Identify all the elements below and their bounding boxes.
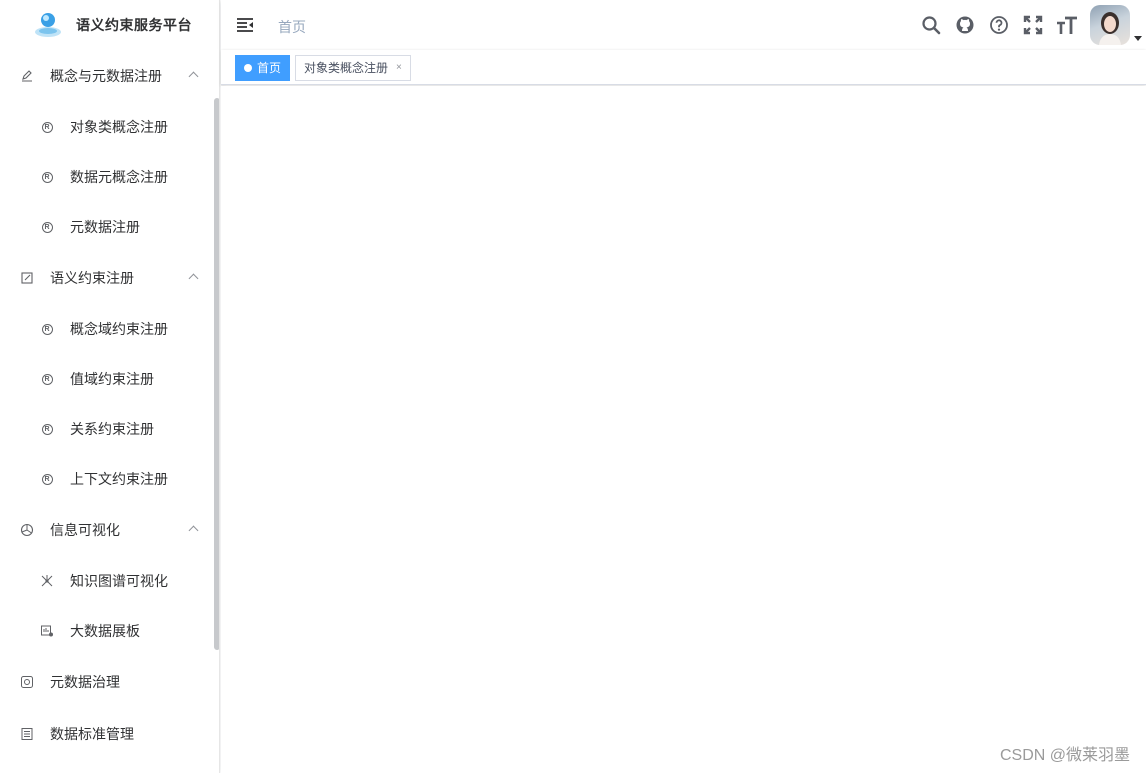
tags-view: 首页 对象类概念注册 ×: [221, 50, 1146, 85]
main-content: [221, 86, 1146, 773]
menu-item-label: 概念域约束注册: [70, 321, 168, 337]
sidebar: 语义约束服务平台 概念与元数据注册 R 对象类概念注册 R 数据元概念注册 R: [0, 0, 220, 773]
github-icon[interactable]: [948, 0, 982, 50]
submenu-title-semantic-constraint[interactable]: 语义约束注册: [0, 252, 219, 304]
search-icon[interactable]: [914, 0, 948, 50]
menu-item-label: 上下文约束注册: [70, 471, 168, 487]
watermark: CSDN @微莱羽墨: [999, 747, 1130, 764]
dashboard-icon: [40, 624, 54, 638]
tag-object-class[interactable]: 对象类概念注册 ×: [295, 55, 411, 81]
avatar[interactable]: [1090, 5, 1130, 45]
menu-item-context[interactable]: R 上下文约束注册: [0, 454, 219, 504]
tag-home[interactable]: 首页: [235, 55, 291, 81]
submenu-concept-metadata: 概念与元数据注册 R 对象类概念注册 R 数据元概念注册 R 元数据注册: [0, 50, 219, 252]
submenu-title-concept-metadata[interactable]: 概念与元数据注册: [0, 50, 219, 102]
app-title: 语义约束服务平台: [76, 17, 192, 33]
help-icon[interactable]: [982, 0, 1016, 50]
chevron-up-icon: [188, 71, 199, 82]
registered-icon: R: [40, 220, 54, 234]
submenu-title-visualization[interactable]: 信息可视化: [0, 504, 219, 556]
avatar-dropdown[interactable]: [1090, 5, 1142, 45]
menu-item-concept-domain[interactable]: R 概念域约束注册: [0, 304, 219, 354]
menu-item-data-element-concept[interactable]: R 数据元概念注册: [0, 152, 219, 202]
submenu-visualization: 信息可视化 知识图谱可视化 大数据展板: [0, 504, 219, 656]
breadcrumb[interactable]: 首页: [278, 17, 306, 37]
right-menu: [914, 0, 1146, 50]
menu-item-label: 大数据展板: [70, 623, 140, 639]
edit-icon: [20, 69, 34, 83]
registered-icon: R: [40, 422, 54, 436]
menu-metadata-governance: 元数据治理: [0, 656, 219, 708]
menu-item-label: 数据元概念注册: [70, 169, 168, 185]
hamburger-icon[interactable]: [236, 17, 254, 33]
submenu-title-data-standard[interactable]: 数据标准管理: [0, 708, 219, 760]
menu-item-label: 值域约束注册: [70, 371, 154, 387]
menu-item-label: 知识图谱可视化: [70, 573, 168, 589]
menu-item-knowledge-graph[interactable]: 知识图谱可视化: [0, 556, 219, 606]
sidebar-menu: 概念与元数据注册 R 对象类概念注册 R 数据元概念注册 R 元数据注册 语义约…: [0, 50, 219, 760]
chart-icon: [20, 523, 34, 537]
submenu-label: 信息可视化: [50, 522, 120, 538]
registered-icon: R: [40, 120, 54, 134]
active-dot-icon: [244, 64, 252, 72]
caret-down-icon: [1134, 36, 1142, 41]
registered-icon: R: [40, 472, 54, 486]
submenu-semantic-constraint: 语义约束注册 R 概念域约束注册 R 值域约束注册 R 关系约束注册 R 上下文…: [0, 252, 219, 504]
registered-icon: R: [40, 170, 54, 184]
menu-item-label: 关系约束注册: [70, 421, 154, 437]
fullscreen-icon[interactable]: [1016, 0, 1050, 50]
logo[interactable]: 语义约束服务平台: [0, 0, 219, 50]
sidebar-scrollbar[interactable]: [214, 98, 219, 650]
registered-icon: R: [40, 322, 54, 336]
tag-label: 首页: [257, 61, 282, 75]
menu-item-object-class[interactable]: R 对象类概念注册: [0, 102, 219, 152]
submenu-title-metadata-governance[interactable]: 元数据治理: [0, 656, 219, 708]
menu-item-label: 对象类概念注册: [70, 119, 168, 135]
submenu-label: 语义约束注册: [50, 270, 134, 286]
governance-icon: [20, 675, 34, 689]
submenu-label: 元数据治理: [50, 674, 120, 690]
document-icon: [20, 727, 34, 741]
menu-item-label: 元数据注册: [70, 219, 140, 235]
logo-icon: [35, 13, 61, 37]
navbar: 首页: [221, 0, 1146, 50]
tag-label: 对象类概念注册: [304, 61, 389, 75]
chevron-up-icon: [188, 273, 199, 284]
menu-item-value-domain[interactable]: R 值域约束注册: [0, 354, 219, 404]
submenu-label: 概念与元数据注册: [50, 68, 162, 84]
menu-item-metadata-register[interactable]: R 元数据注册: [0, 202, 219, 252]
close-icon[interactable]: ×: [396, 56, 402, 80]
edit-square-icon: [20, 271, 34, 285]
registered-icon: R: [40, 372, 54, 386]
font-size-icon[interactable]: [1050, 0, 1084, 50]
chevron-up-icon: [188, 525, 199, 536]
menu-item-big-data-board[interactable]: 大数据展板: [0, 606, 219, 656]
graph-icon: [40, 574, 54, 588]
menu-data-standard: 数据标准管理: [0, 708, 219, 760]
menu-item-relation[interactable]: R 关系约束注册: [0, 404, 219, 454]
submenu-label: 数据标准管理: [50, 726, 134, 742]
